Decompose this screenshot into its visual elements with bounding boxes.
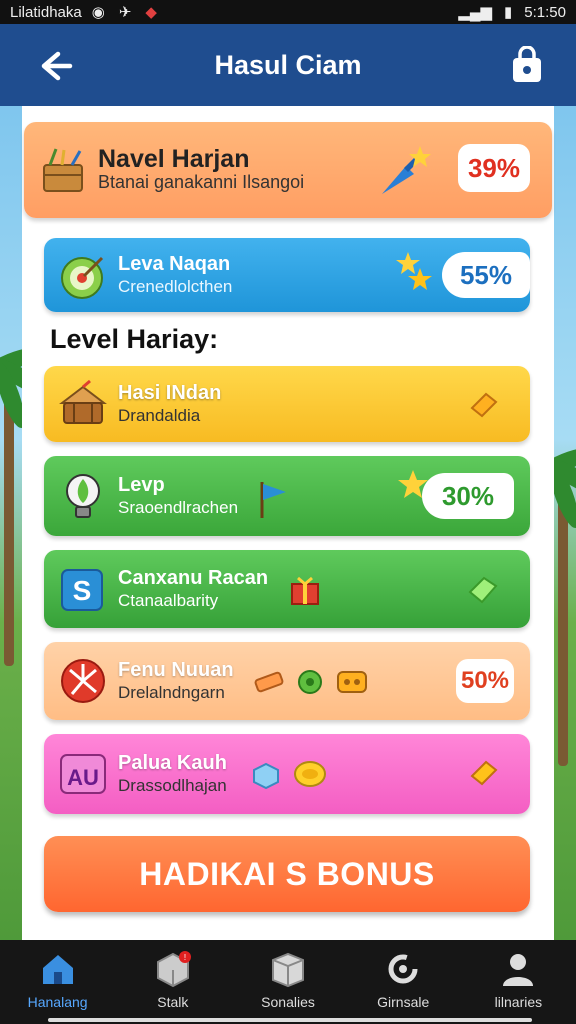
nav-label: lilnaries: [494, 994, 543, 1010]
gem-icon: [468, 576, 498, 604]
level-card[interactable]: Hasi INdan Drandaldia: [44, 366, 530, 442]
rocket-star-icon: [382, 146, 431, 194]
daily-progress-card[interactable]: Navel Harjan Btanai ganakanni Ilsangoi 3…: [24, 122, 552, 218]
home-icon: [42, 955, 73, 984]
svg-text:S: S: [73, 575, 92, 606]
gift-icon: [291, 576, 319, 605]
nav-label: Sonalies: [261, 994, 315, 1010]
cube-icon: [272, 952, 304, 988]
nav-item-girnsale[interactable]: Girnsale: [346, 940, 461, 1024]
battery-icon: ▮: [504, 4, 513, 21]
level-card[interactable]: S Canxanu Racan Ctanaalbarity: [44, 550, 530, 628]
user-icon: [503, 954, 534, 986]
shopping-bag-icon[interactable]: [510, 46, 544, 84]
level-card[interactable]: Levp Sraoendlrachen 30%: [44, 456, 530, 536]
alert-icon: ◆: [145, 4, 157, 21]
ticket-icon: [470, 760, 498, 786]
nav-label: Hanalang: [27, 994, 88, 1010]
nav-item-sonalies[interactable]: Sonalies: [230, 940, 345, 1024]
nav-item-lilnaries[interactable]: lilnaries: [461, 940, 576, 1024]
progress-percent: 50%: [456, 659, 514, 703]
nav-item-home[interactable]: Hanalang: [0, 940, 115, 1024]
lightbulb-icon: [66, 474, 100, 518]
svg-text:!: !: [184, 953, 186, 962]
flag-icon: [260, 482, 286, 518]
bottom-nav: Hanalang ! Stalk Sonalies Girnsale lilna…: [0, 940, 576, 1024]
ticket-icon: [470, 392, 498, 418]
svg-text:AU: AU: [67, 765, 99, 790]
au-badge-icon: AU: [60, 754, 106, 794]
s-block-icon: S: [61, 569, 103, 611]
level-progress-card[interactable]: Leva Naqan Crenedlolcthen 55%: [44, 238, 530, 312]
home-indicator: [48, 1018, 532, 1022]
stars-icon: [396, 252, 432, 290]
level-card[interactable]: AU Palua Kauh Drassodlhajan: [44, 734, 530, 814]
page-title: Hasul Ciam: [214, 49, 362, 80]
drum-icon: [59, 379, 107, 424]
arrow-left-icon[interactable]: [36, 46, 76, 86]
level-card[interactable]: Fenu Nuuan Drelalndngarn 50%: [44, 642, 530, 720]
status-bar: Lilatidhaka ◉ ✈ ◆ ▂▄▆ ▮ 5:1:50: [0, 0, 576, 24]
bird-icon: ✈: [118, 4, 132, 21]
signal-icon: ▂▄▆: [458, 4, 493, 21]
notification-icon: ◉: [91, 4, 105, 21]
box-icon: !: [156, 951, 191, 988]
clock: 5:1:50: [524, 3, 566, 21]
target-icon: [61, 256, 104, 299]
progress-percent: 39%: [458, 144, 530, 192]
section-title: Level Hariay:: [50, 324, 219, 354]
carrier-name: Lilatidhaka: [10, 3, 82, 21]
cube-coin-icons: [253, 761, 326, 790]
progress-percent: 30%: [422, 473, 514, 519]
progress-percent: 55%: [442, 252, 530, 298]
pinwheel-icon: [61, 659, 105, 703]
nav-label: Girnsale: [377, 994, 430, 1010]
content-panel: Navel Harjan Btanai ganakanni Ilsangoi 3…: [22, 106, 554, 940]
nav-label: Stalk: [157, 994, 189, 1010]
claim-bonus-button[interactable]: HADIKAI S BONUS: [44, 836, 530, 912]
items-icons: [254, 670, 367, 694]
nav-item-stalk[interactable]: ! Stalk: [115, 940, 230, 1024]
app-header: Hasul Ciam: [0, 24, 576, 106]
basket-icon: [43, 148, 83, 192]
refresh-icon: [388, 954, 418, 984]
